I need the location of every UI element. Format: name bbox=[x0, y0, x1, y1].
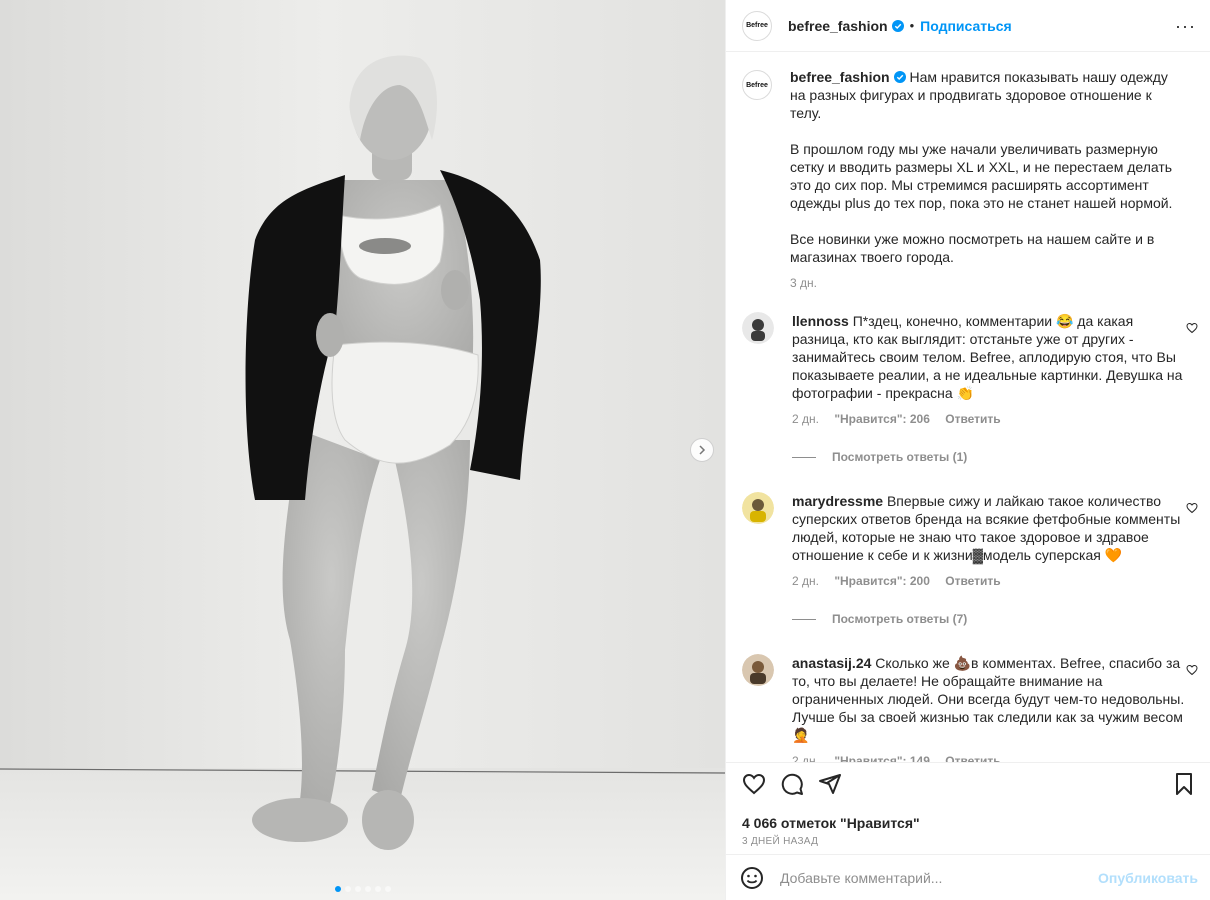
carousel-dot bbox=[344, 886, 351, 892]
comment-body: llennoss П*здец, конечно, комментарии 😂 … bbox=[792, 312, 1188, 428]
caption-paragraph-3: Все новинки уже можно посмотреть на наше… bbox=[790, 231, 1155, 265]
carousel-dot bbox=[334, 886, 341, 892]
comments-scroll-area[interactable]: Befree befree_fashion Нам нравится показ… bbox=[726, 52, 1210, 762]
comment-bubble-icon[interactable] bbox=[780, 772, 804, 796]
reply-button[interactable]: Ответить bbox=[945, 754, 1000, 762]
caption-username[interactable]: befree_fashion bbox=[790, 69, 890, 85]
instagram-post-modal: Befree befree_fashion • Подписаться ··· … bbox=[0, 0, 1210, 900]
commenter-avatar[interactable] bbox=[742, 492, 774, 524]
comment-meta: 2 дн. "Нравится": 200 Ответить bbox=[792, 572, 1188, 590]
view-replies-label: Посмотреть ответы (1) bbox=[832, 450, 968, 464]
post-header: Befree befree_fashion • Подписаться ··· bbox=[726, 0, 1210, 52]
like-heart-icon[interactable] bbox=[742, 772, 766, 796]
caption-paragraph-2: В прошлом году мы уже начали увеличивать… bbox=[790, 141, 1173, 211]
comment-username[interactable]: marydressme bbox=[792, 493, 883, 509]
follow-button[interactable]: Подписаться bbox=[920, 18, 1012, 34]
verified-badge-icon bbox=[891, 19, 904, 32]
caption-avatar[interactable]: Befree bbox=[742, 70, 772, 100]
post-timestamp: 3 ДНЕЙ НАЗАД bbox=[742, 836, 819, 847]
comment-body: anastasij.24 Сколько же 💩в комментах. Be… bbox=[792, 654, 1188, 762]
post-actions: 4 066 отметок "Нравится" 3 ДНЕЙ НАЗАД Оп… bbox=[726, 762, 1210, 900]
comment-meta: 2 дн. "Нравится": 149 Ответить bbox=[792, 752, 1188, 762]
comment-text: П*здец, конечно, комментарии 😂 да какая … bbox=[792, 313, 1183, 401]
view-replies-button[interactable]: Посмотреть ответы (1) bbox=[792, 450, 1210, 464]
carousel-dot bbox=[364, 886, 371, 892]
header-separator: • bbox=[909, 18, 915, 33]
share-send-icon[interactable] bbox=[818, 772, 842, 796]
verified-badge-icon bbox=[893, 71, 906, 83]
comment-username[interactable]: llennoss bbox=[792, 313, 849, 329]
comment-likes[interactable]: "Нравится": 149 bbox=[834, 754, 930, 762]
commenter-avatar[interactable] bbox=[742, 312, 774, 344]
more-options-icon[interactable]: ··· bbox=[1175, 17, 1196, 35]
carousel-dot bbox=[354, 886, 361, 892]
add-comment-bar: Опубликовать bbox=[726, 854, 1210, 900]
view-replies-label: Посмотреть ответы (7) bbox=[832, 612, 968, 626]
caption-timestamp: 3 дн. bbox=[790, 276, 817, 290]
carousel-indicator bbox=[0, 886, 725, 892]
chevron-right-icon bbox=[699, 445, 706, 455]
comment-body: marydressme Впервые сижу и лайкаю такое … bbox=[792, 492, 1188, 590]
comment-time: 2 дн. bbox=[792, 412, 819, 426]
reply-button[interactable]: Ответить bbox=[945, 574, 1000, 588]
carousel-dot bbox=[374, 886, 381, 892]
view-replies-button[interactable]: Посмотреть ответы (7) bbox=[792, 612, 1210, 626]
post-photo bbox=[0, 0, 725, 900]
post-side-panel: Befree befree_fashion • Подписаться ··· … bbox=[725, 0, 1210, 900]
comment-input[interactable] bbox=[778, 868, 1099, 887]
commenter-avatar[interactable] bbox=[742, 654, 774, 686]
comment-item: llennoss П*здец, конечно, комментарии 😂 … bbox=[726, 312, 1210, 428]
likes-count[interactable]: 4 066 отметок "Нравится" bbox=[742, 815, 1196, 831]
carousel-dot bbox=[384, 886, 391, 892]
comment-likes[interactable]: "Нравится": 200 bbox=[834, 574, 930, 588]
comment-item: anastasij.24 Сколько же 💩в комментах. Be… bbox=[726, 654, 1210, 762]
heart-icon[interactable] bbox=[1186, 502, 1198, 514]
post-media bbox=[0, 0, 725, 900]
reply-button[interactable]: Ответить bbox=[945, 412, 1000, 426]
author-avatar[interactable]: Befree bbox=[742, 10, 772, 41]
comment-time: 2 дн. bbox=[792, 754, 819, 762]
heart-icon[interactable] bbox=[1186, 322, 1198, 334]
caption-text: befree_fashion Нам нравится показывать н… bbox=[790, 68, 1186, 292]
post-caption: Befree befree_fashion Нам нравится показ… bbox=[726, 52, 1210, 292]
heart-icon[interactable] bbox=[1186, 664, 1198, 676]
author-username[interactable]: befree_fashion bbox=[788, 18, 888, 34]
comment-time: 2 дн. bbox=[792, 574, 819, 588]
emoji-icon[interactable] bbox=[740, 866, 764, 890]
next-image-button[interactable] bbox=[690, 438, 714, 462]
caption-time: 3 дн. bbox=[790, 274, 1186, 292]
comment-meta: 2 дн. "Нравится": 206 Ответить bbox=[792, 410, 1188, 428]
comment-item: marydressme Впервые сижу и лайкаю такое … bbox=[726, 492, 1210, 590]
bookmark-icon[interactable] bbox=[1172, 772, 1196, 796]
comment-username[interactable]: anastasij.24 bbox=[792, 655, 871, 671]
action-icons-row bbox=[742, 771, 1196, 797]
publish-button[interactable]: Опубликовать bbox=[1098, 870, 1198, 886]
comment-likes[interactable]: "Нравится": 206 bbox=[834, 412, 930, 426]
